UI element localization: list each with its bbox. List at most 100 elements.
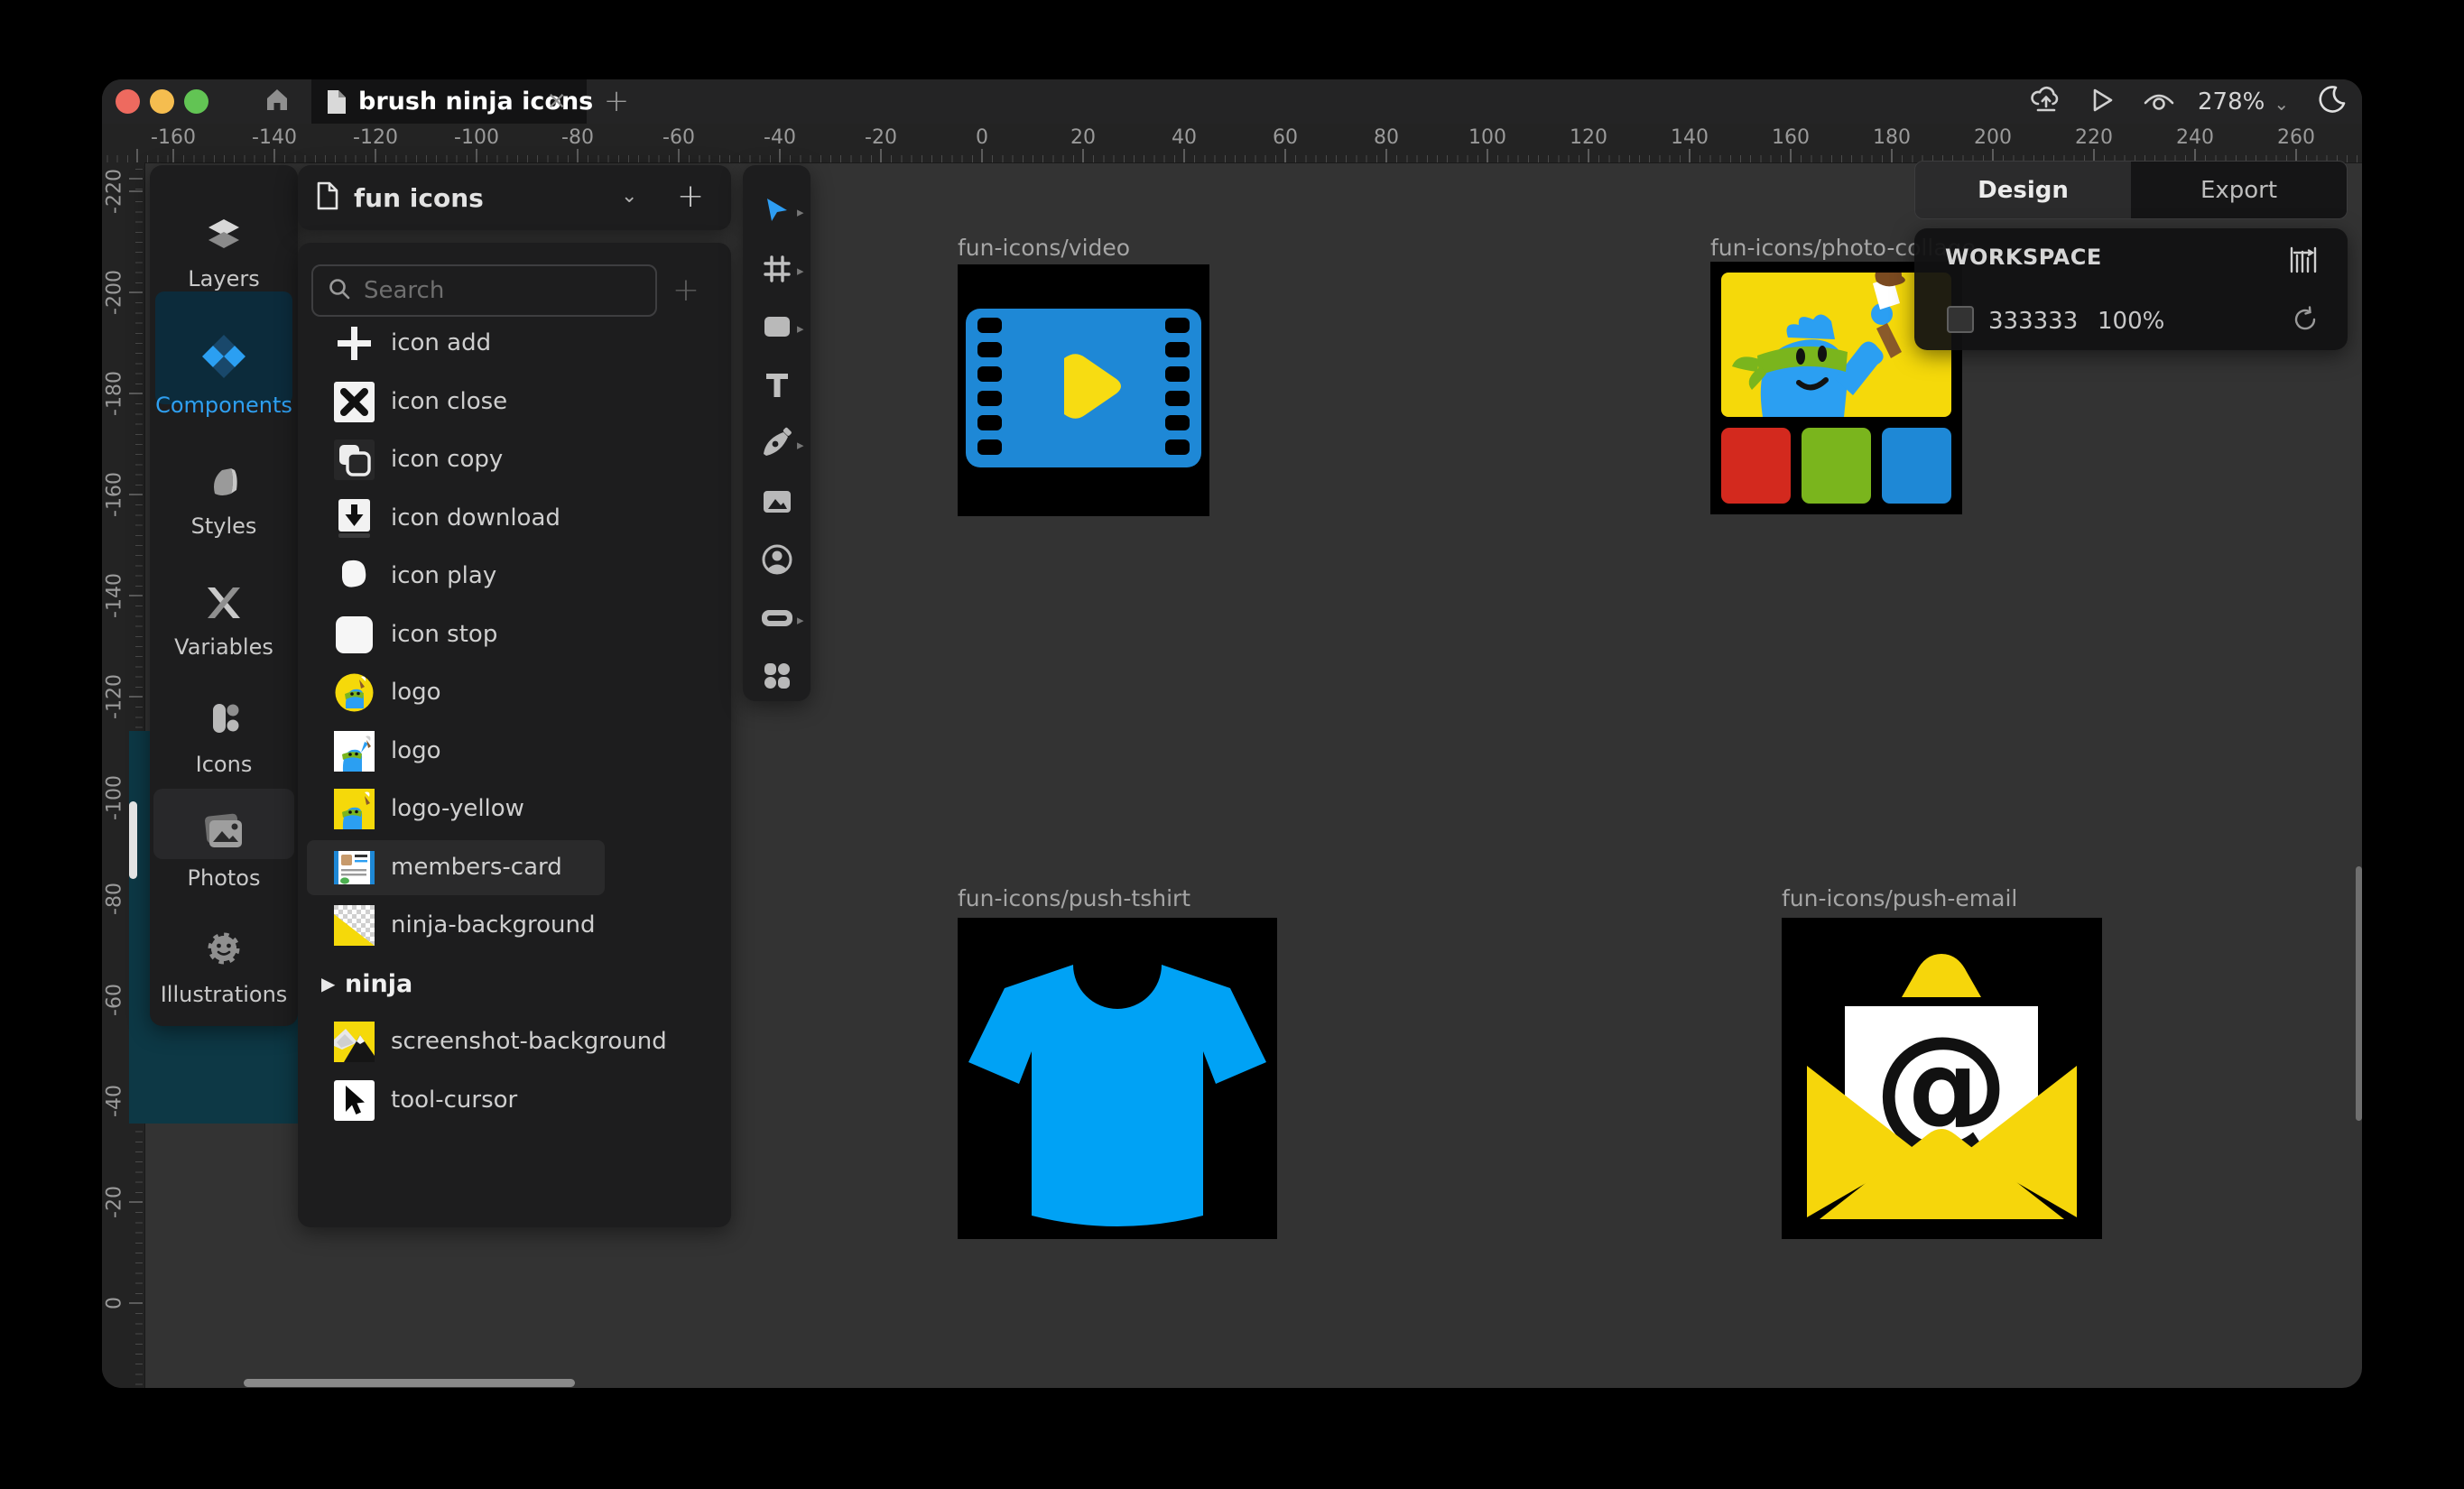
dark-mode-toggle[interactable]	[2313, 84, 2349, 120]
add-component-button[interactable]: +	[666, 270, 706, 310]
frame-icon	[763, 254, 792, 287]
artboard-label-video[interactable]: fun-icons/video	[958, 235, 1130, 261]
icons-icon	[204, 699, 244, 743]
sidebar-scrollbar[interactable]	[129, 801, 137, 879]
workspace-color-value[interactable]: 333333	[1988, 308, 2078, 335]
workspace-settings-icon[interactable]	[2290, 246, 2317, 277]
ninja-background-thumbnail	[334, 905, 375, 946]
rectangle-icon	[762, 314, 792, 343]
tool-text[interactable]	[743, 359, 811, 415]
workspace-opacity-value[interactable]: 100%	[2098, 308, 2164, 335]
ruler-tick-label: 60	[1273, 126, 1298, 149]
tab-export[interactable]: Export	[2131, 162, 2347, 218]
document-tab[interactable]: brush ninja icons ×	[311, 79, 587, 124]
ruler-tick-label: -140	[104, 573, 126, 618]
sidebar-item-illustrations[interactable]: Illustrations	[150, 928, 298, 1007]
ruler-tick-label: 40	[1172, 126, 1197, 149]
home-button[interactable]	[261, 87, 293, 117]
sidebar-item-icons[interactable]: Icons	[150, 699, 298, 777]
ruler-tick-label: -40	[104, 1085, 126, 1117]
component-row[interactable]: icon play	[298, 547, 731, 605]
workspace-color-swatch[interactable]	[1947, 306, 1974, 333]
tool-frame[interactable]: ▸	[743, 243, 811, 299]
tool-select[interactable]: ▸	[743, 184, 811, 240]
component-row[interactable]: ninja-background	[298, 896, 731, 954]
component-row-label: icon add	[391, 329, 491, 356]
canvas-horizontal-scrollbar[interactable]	[244, 1379, 575, 1387]
app-window: brush ninja icons × +	[102, 79, 2362, 1388]
search-input[interactable]: Search	[311, 264, 657, 317]
component-row[interactable]: tool-cursor	[298, 1071, 731, 1129]
component-row-label: icon copy	[391, 446, 503, 473]
component-row[interactable]: icon download	[298, 489, 731, 547]
components-icon	[200, 333, 247, 384]
present-button[interactable]	[2084, 84, 2120, 120]
minimize-window-button[interactable]	[150, 89, 174, 114]
artboard-label-push-email[interactable]: fun-icons/push-email	[1782, 885, 2017, 911]
tshirt-graphic	[958, 918, 1277, 1239]
reset-icon[interactable]	[2292, 306, 2319, 337]
component-row-label: icon close	[391, 388, 507, 415]
ruler-tick-label: -100	[454, 126, 499, 149]
cloud-upload-icon	[2028, 82, 2064, 122]
sidebar-item-label: Layers	[188, 266, 259, 291]
tab-design[interactable]: Design	[1915, 162, 2131, 218]
document-outline-icon	[316, 181, 339, 214]
component-row[interactable]: icon add	[298, 314, 731, 372]
tab-close-icon[interactable]: ×	[546, 88, 567, 113]
ruler-tick-label: 180	[1873, 126, 1911, 149]
close-window-button[interactable]	[116, 89, 140, 114]
component-row[interactable]: icon close	[298, 373, 731, 430]
sidebar-item-styles[interactable]: Styles	[150, 463, 298, 539]
sidebar-item-layers[interactable]: Layers	[150, 217, 298, 291]
ruler-tick-label: -60	[662, 126, 695, 149]
artboard-video[interactable]	[958, 264, 1209, 516]
artboard-push-email[interactable]: @	[1782, 918, 2102, 1239]
members-card-thumbnail	[334, 847, 375, 888]
ruler-tick-label: -180	[104, 371, 126, 416]
screenshot-background-thumbnail	[334, 1022, 375, 1062]
chevron-down-icon[interactable]: ⌄	[621, 185, 637, 208]
tool-components[interactable]	[743, 650, 811, 706]
zoom-control[interactable]: 278% ⌄	[2198, 79, 2289, 124]
tool-pen[interactable]: ▸	[743, 417, 811, 473]
expand-triangle-icon[interactable]: ▶	[321, 973, 335, 994]
tool-avatar[interactable]	[743, 533, 811, 589]
component-row-label: ninja-background	[391, 911, 596, 939]
copy-thumbnail	[334, 439, 375, 480]
tool-button[interactable]: ▸	[743, 592, 811, 648]
component-group-row[interactable]: ▶ ninja	[298, 955, 731, 1013]
canvas-vertical-scrollbar[interactable]	[2356, 866, 2362, 1121]
search-icon	[328, 277, 351, 304]
add-document-button[interactable]: +	[677, 178, 704, 215]
component-row[interactable]: icon stop	[298, 606, 731, 663]
tool-image[interactable]	[743, 476, 811, 532]
ruler-tick-label: -120	[353, 126, 398, 149]
sidebar-item-components[interactable]: Components	[150, 333, 298, 418]
component-row[interactable]: icon copy	[298, 430, 731, 488]
component-row[interactable]: logo	[298, 722, 731, 780]
horizontal-ruler[interactable]: -160-140-120-100-80-60-40-20020406080100…	[102, 124, 2362, 163]
zoom-window-button[interactable]	[184, 89, 208, 114]
ruler-tick-label: 0	[976, 126, 988, 149]
artboard-label-push-tshirt[interactable]: fun-icons/push-tshirt	[958, 885, 1190, 911]
publish-button[interactable]	[2028, 84, 2064, 120]
components-doc-header[interactable]: fun icons ⌄ +	[298, 165, 731, 230]
tool-rectangle[interactable]: ▸	[743, 301, 811, 356]
logo-white-thumbnail	[334, 731, 375, 772]
chevron-right-icon: ▸	[797, 320, 804, 337]
component-row[interactable]: logo-yellow	[298, 780, 731, 837]
component-row[interactable]: logo	[298, 663, 731, 721]
component-row-label: logo-yellow	[391, 795, 524, 822]
film-strip-play-icon	[958, 264, 1209, 516]
component-row[interactable]: members-card	[298, 838, 731, 896]
new-tab-button[interactable]: +	[600, 85, 633, 117]
component-row[interactable]: screenshot-background	[298, 1013, 731, 1070]
ruler-tick-label: -80	[561, 126, 594, 149]
sidebar-item-photos[interactable]: Photos	[150, 813, 298, 891]
artboard-push-tshirt[interactable]	[958, 918, 1277, 1239]
preview-button[interactable]	[2141, 84, 2177, 120]
sidebar-item-variables[interactable]: Variables	[150, 584, 298, 660]
ruler-tick-label: 200	[1974, 126, 2012, 149]
component-row-label: screenshot-background	[391, 1028, 667, 1055]
